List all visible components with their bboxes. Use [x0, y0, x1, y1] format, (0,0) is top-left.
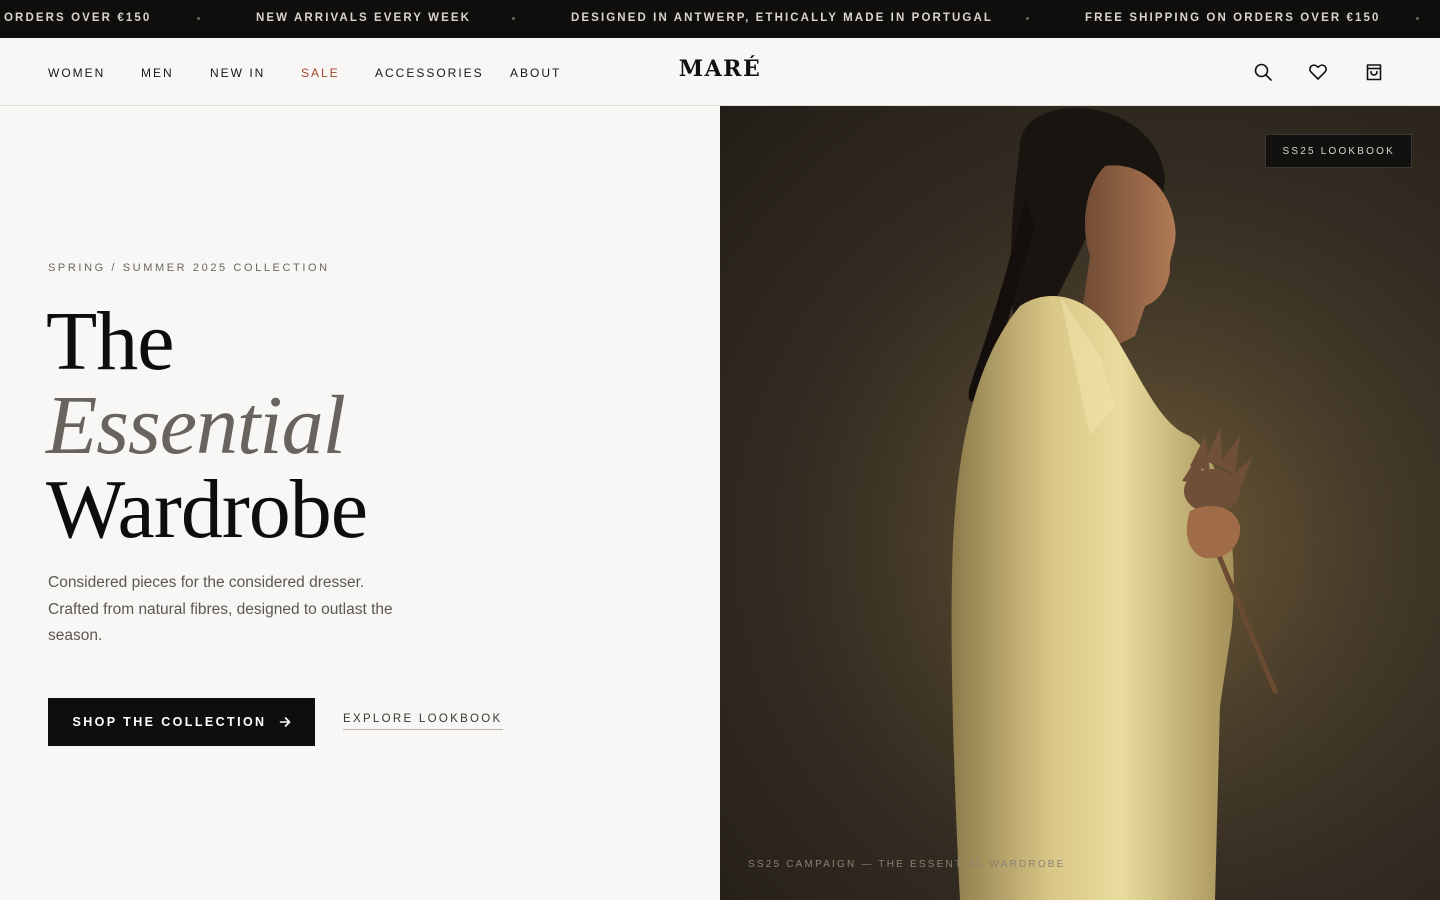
arrow-right-icon	[279, 716, 291, 728]
heart-icon[interactable]	[1308, 62, 1328, 82]
announcement-message: Designed in Antwerp, ethically made in P…	[571, 12, 994, 24]
separator-dot	[1416, 17, 1419, 20]
separator-dot	[512, 17, 515, 20]
nav-item-sale[interactable]: Sale	[301, 66, 340, 80]
nav-item-men[interactable]: Men	[141, 66, 174, 80]
bag-icon[interactable]	[1364, 62, 1384, 82]
headline-line-2: Essential	[46, 379, 346, 472]
nav-item-women[interactable]: Women	[48, 66, 105, 80]
lookbook-badge: SS25 Lookbook	[1265, 134, 1412, 168]
campaign-photo-illustration	[720, 106, 1440, 900]
hero-campaign-image: SS25 Lookbook SS25 Campaign — The Essent…	[720, 106, 1440, 900]
explore-lookbook-link[interactable]: Explore Lookbook	[343, 713, 503, 730]
announcement-message: New arrivals every week	[256, 12, 472, 24]
shop-collection-button[interactable]: Shop the Collection	[48, 698, 315, 746]
headline-line-3: Wardrobe	[46, 463, 368, 556]
headline-line-1: The	[46, 295, 175, 388]
announcement-bar: Orders over €150 New arrivals every week…	[0, 0, 1440, 38]
announcement-message: Free shipping on orders over €150	[1085, 12, 1381, 24]
search-icon[interactable]	[1253, 62, 1273, 82]
nav-item-new-in[interactable]: New In	[210, 66, 265, 80]
campaign-caption: SS25 Campaign — The Essential Wardrobe	[748, 859, 1066, 870]
shop-collection-label: Shop the Collection	[72, 715, 267, 729]
collection-eyebrow: Spring / Summer 2025 Collection	[48, 262, 330, 274]
site-header: Women Men New In Sale Accessories About …	[0, 38, 1440, 106]
announcement-message: Orders over €150	[4, 12, 152, 24]
separator-dot	[197, 17, 200, 20]
separator-dot	[1026, 17, 1029, 20]
hero-description: Considered pieces for the considered dre…	[48, 574, 393, 644]
nav-item-about[interactable]: About	[510, 66, 561, 80]
nav-item-accessories[interactable]: Accessories	[375, 66, 484, 80]
brand-logo[interactable]: MARÉ	[679, 56, 761, 82]
